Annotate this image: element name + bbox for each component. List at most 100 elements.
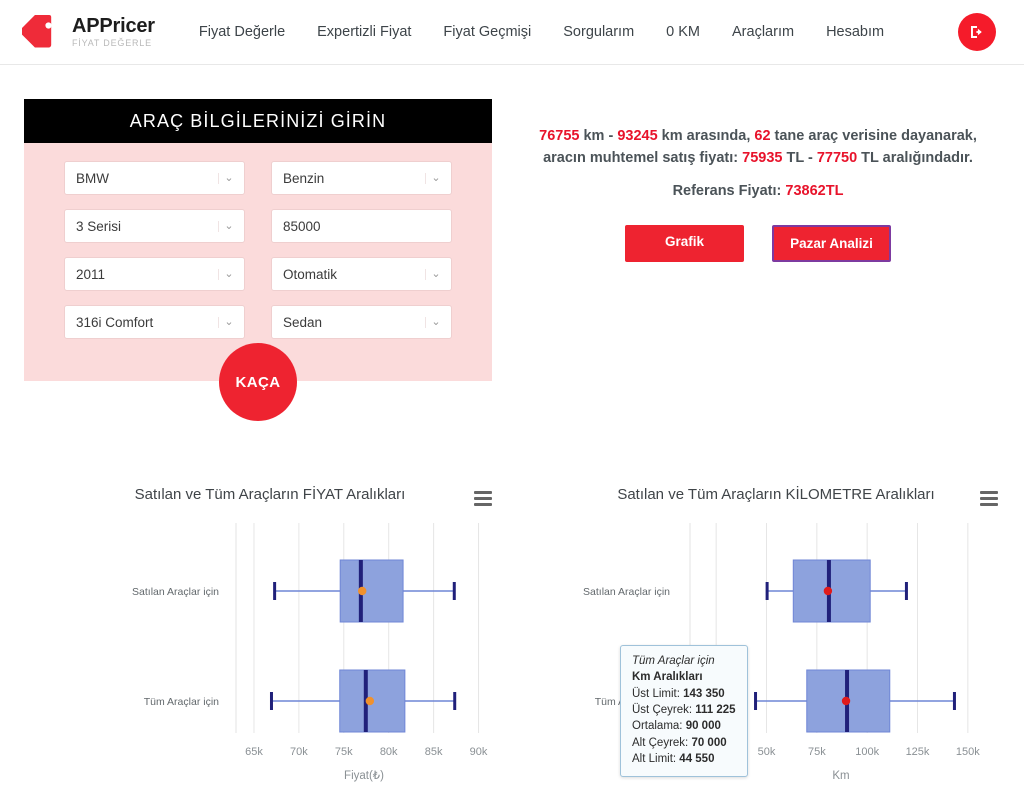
result-km-range-line: 76755 km - 93245 km arasında, 62 tane ar… bbox=[515, 125, 1001, 147]
tooltip-row-label: Üst Çeyrek: bbox=[632, 703, 696, 716]
nav-item-expertizli-fiyat[interactable]: Expertizli Fiyat bbox=[317, 24, 411, 40]
x-axis-label: Km bbox=[832, 770, 849, 782]
grafik-button[interactable]: Grafik bbox=[625, 224, 744, 262]
body-select[interactable]: Sedan ⌄ bbox=[271, 305, 452, 339]
result-text-4: aracın muhtemel satış fiyatı: bbox=[543, 150, 743, 167]
submit-button-kaca[interactable]: KAÇA bbox=[219, 343, 297, 421]
tooltip-row-label: Üst Limit: bbox=[632, 687, 684, 700]
tooltip-row-value: 111 225 bbox=[695, 703, 736, 716]
result-price-range-line: aracın muhtemel satış fiyatı: 75935 TL -… bbox=[515, 147, 1001, 169]
mean-marker bbox=[823, 587, 833, 596]
transmission-value: Otomatik bbox=[283, 266, 338, 282]
brand-value: BMW bbox=[76, 170, 109, 186]
nav-item-sorgularım[interactable]: Sorgularım bbox=[563, 24, 634, 40]
x-tick-label: 100k bbox=[855, 746, 879, 758]
fuel-select[interactable]: Benzin ⌄ bbox=[271, 161, 452, 195]
x-tick-label: 90k bbox=[470, 746, 488, 758]
x-tick-label: 125k bbox=[906, 746, 930, 758]
fiyat-box-chart: Satılan ve Tüm Araçların FİYAT Aralıklar… bbox=[24, 477, 516, 807]
tooltip-row: Üst Çeyrek: 111 225 bbox=[632, 702, 736, 718]
chevron-down-icon: ⌄ bbox=[425, 268, 443, 280]
site-header: APPricer FİYAT DEĞERLE Fiyat Değerle Expe… bbox=[0, 0, 1024, 65]
chevron-down-icon: ⌄ bbox=[218, 220, 236, 232]
logout-button[interactable] bbox=[958, 13, 996, 51]
brand-tagline: FİYAT DEĞERLE bbox=[72, 37, 152, 48]
year-select[interactable]: 2011 ⌄ bbox=[64, 257, 245, 291]
result-km-min: 76755 bbox=[539, 128, 580, 144]
tooltip-row-value: 44 550 bbox=[679, 752, 715, 765]
brand-logo[interactable]: APPricer FİYAT DEĞERLE bbox=[22, 12, 155, 52]
brand-select[interactable]: BMW ⌄ bbox=[64, 161, 245, 195]
result-price-min: 75935 bbox=[742, 150, 783, 167]
x-tick-label: 85k bbox=[425, 746, 443, 758]
fiyat-chart-plot: 65k 70k 75k 80k 85k 90k Fiyat(₺) Satılan Araçla… bbox=[132, 523, 488, 782]
hamburger-menu-icon[interactable] bbox=[474, 491, 492, 509]
tooltip-row-value: 90 000 bbox=[685, 720, 721, 733]
iqr-box bbox=[339, 559, 404, 623]
km-value: 85000 bbox=[283, 218, 321, 234]
km-input[interactable]: 85000 bbox=[271, 209, 452, 243]
pazar-analizi-button[interactable]: Pazar Analizi bbox=[772, 224, 891, 262]
chevron-down-icon: ⌄ bbox=[425, 172, 443, 184]
mean-marker bbox=[358, 587, 367, 596]
km-tooltip: Tüm Araçlar için Km Aralıkları Üst Limit… bbox=[620, 645, 748, 778]
boxplot-satilan bbox=[273, 559, 456, 623]
body-value: Sedan bbox=[283, 314, 323, 330]
price-tag-icon bbox=[22, 15, 52, 48]
logout-icon bbox=[971, 26, 982, 38]
x-tick-label: 150k bbox=[956, 746, 980, 758]
series-value: 3 Serisi bbox=[76, 218, 122, 234]
chevron-down-icon: ⌄ bbox=[425, 316, 443, 328]
y-category-label: Satılan Araçlar için bbox=[583, 586, 670, 598]
nav-item-fiyat-geçmişi[interactable]: Fiyat Geçmişi bbox=[443, 24, 531, 40]
result-text-5: TL - bbox=[782, 150, 817, 167]
series-select[interactable]: 3 Serisi ⌄ bbox=[64, 209, 245, 243]
result-text-3: tane araç verisine dayanarak, bbox=[770, 128, 977, 144]
result-text-2: km arasında, bbox=[657, 128, 755, 144]
form-title: ARAÇ BİLGİLERİNİZİ GİRİN bbox=[24, 99, 492, 143]
result-vehicle-count: 62 bbox=[754, 128, 771, 144]
result-reference-price: 73862TL bbox=[785, 182, 844, 199]
result-text-7: Referans Fiyatı: bbox=[672, 182, 786, 199]
vehicle-info-form: ARAÇ BİLGİLERİNİZİ GİRİN BMW ⌄ Benzin ⌄ 3 Se… bbox=[24, 99, 492, 421]
kilometre-chart-plot: 25k50k75k100k125k150kKmSatılan Araçlar i… bbox=[583, 523, 980, 782]
result-text-6: TL aralığındadır. bbox=[857, 150, 973, 167]
x-tick-label: 50k bbox=[758, 746, 776, 758]
main-navigation: Fiyat Değerle Expertizli Fiyat Fiyat Geçmi… bbox=[199, 24, 916, 40]
trim-select[interactable]: 316i Comfort ⌄ bbox=[64, 305, 245, 339]
boxplot-satilan bbox=[765, 559, 908, 623]
nav-item-fiyat-değerle[interactable]: Fiyat Değerle bbox=[199, 24, 285, 40]
boxplot-tum bbox=[754, 669, 956, 733]
kilometre-chart-title: Satılan ve Tüm Araçların KİLOMETRE Aralı… bbox=[617, 486, 935, 503]
y-category-label: Satılan Araçlar için bbox=[132, 586, 219, 598]
tooltip-row: Ortalama: 90 000 bbox=[632, 718, 736, 734]
result-text-1: km - bbox=[579, 128, 618, 144]
x-tick-label: 80k bbox=[380, 746, 398, 758]
hamburger-menu-icon[interactable] bbox=[980, 491, 998, 509]
tooltip-row: Alt Limit: 44 550 bbox=[632, 751, 736, 767]
tooltip-title: Tüm Araçlar için bbox=[632, 655, 715, 667]
result-price-max: 77750 bbox=[816, 150, 858, 167]
brand-name: APPricer bbox=[72, 14, 155, 37]
tooltip-row: Üst Limit: 143 350 bbox=[632, 686, 736, 702]
transmission-select[interactable]: Otomatik ⌄ bbox=[271, 257, 452, 291]
result-reference-price-line: Referans Fiyatı: 73862TL bbox=[515, 183, 1001, 199]
chevron-down-icon: ⌄ bbox=[218, 268, 236, 280]
fuel-value: Benzin bbox=[283, 170, 325, 186]
x-tick-label: 75k bbox=[808, 746, 826, 758]
mean-marker bbox=[365, 697, 375, 706]
fiyat-chart-title: Satılan ve Tüm Araçların FİYAT Aralıklar… bbox=[134, 486, 406, 503]
tooltip-row-label: Ortalama: bbox=[632, 720, 686, 733]
nav-item-araçlarım[interactable]: Araçlarım bbox=[732, 24, 794, 40]
chevron-down-icon: ⌄ bbox=[218, 316, 236, 328]
year-value: 2011 bbox=[76, 266, 106, 282]
y-category-label: Tüm Araçlar için bbox=[144, 696, 219, 708]
tooltip-row-value: 143 350 bbox=[683, 687, 725, 700]
x-tick-label: 65k bbox=[245, 746, 263, 758]
x-tick-label: 70k bbox=[290, 746, 308, 758]
nav-item-hesabım[interactable]: Hesabım bbox=[826, 24, 884, 40]
nav-item-0-km[interactable]: 0 KM bbox=[666, 24, 700, 40]
mean-marker bbox=[841, 697, 851, 706]
kilometre-box-chart: Satılan ve Tüm Araçların KİLOMETRE Aralı… bbox=[530, 477, 1022, 807]
tooltip-rows: Üst Limit: 143 350 Üst Çeyrek: 111 225 Ort… bbox=[632, 686, 736, 768]
